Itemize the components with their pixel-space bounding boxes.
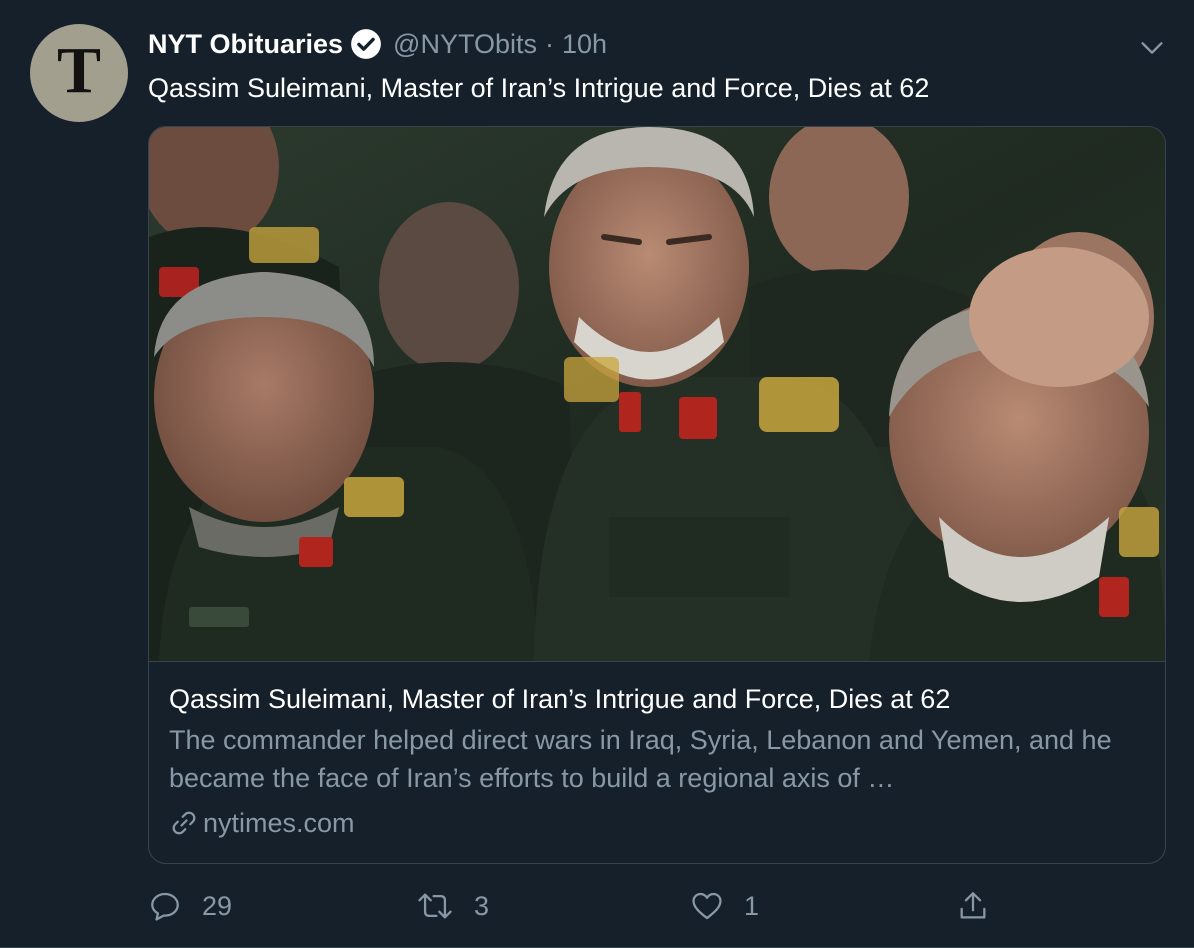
link-icon xyxy=(172,811,196,835)
tweet-actions: 29 3 1 xyxy=(148,884,1194,928)
avatar[interactable]: T xyxy=(30,24,128,122)
verified-badge-icon xyxy=(351,29,381,59)
timestamp[interactable]: 10h xyxy=(562,29,607,60)
card-photo xyxy=(149,127,1165,661)
tweet[interactable]: T NYT Obituaries @NYTObits · 10h Qassim … xyxy=(0,0,1194,948)
tweet-header: NYT Obituaries @NYTObits · 10h xyxy=(148,26,607,62)
card-domain: nytimes.com xyxy=(169,805,1149,841)
separator-dot: · xyxy=(545,28,554,59)
reply-count: 29 xyxy=(202,890,233,921)
retweet-count: 3 xyxy=(474,890,490,921)
link-card[interactable]: Qassim Suleimani, Master of Iran’s Intri… xyxy=(148,126,1166,864)
card-description: The commander helped direct wars in Iraq… xyxy=(169,725,1112,793)
heart-icon xyxy=(692,892,722,920)
display-name[interactable]: NYT Obituaries xyxy=(148,29,343,60)
like-count: 1 xyxy=(744,890,760,921)
like-button[interactable]: 1 xyxy=(690,884,759,928)
retweet-button[interactable]: 3 xyxy=(416,884,489,928)
share-button[interactable] xyxy=(956,884,1010,928)
share-icon xyxy=(960,892,986,919)
card-domain-text: nytimes.com xyxy=(203,808,355,838)
chevron-down-icon[interactable] xyxy=(1138,34,1166,62)
reply-icon xyxy=(151,892,179,921)
reply-button[interactable]: 29 xyxy=(148,884,232,928)
card-body: Qassim Suleimani, Master of Iran’s Intri… xyxy=(169,681,1149,841)
card-image[interactable] xyxy=(149,127,1165,662)
tweet-text: Qassim Suleimani, Master of Iran’s Intri… xyxy=(148,73,930,103)
retweet-icon xyxy=(418,893,452,919)
nyt-logo-glyph: T xyxy=(56,34,102,107)
card-title: Qassim Suleimani, Master of Iran’s Intri… xyxy=(169,684,951,714)
handle[interactable]: @NYTObits xyxy=(393,29,537,60)
